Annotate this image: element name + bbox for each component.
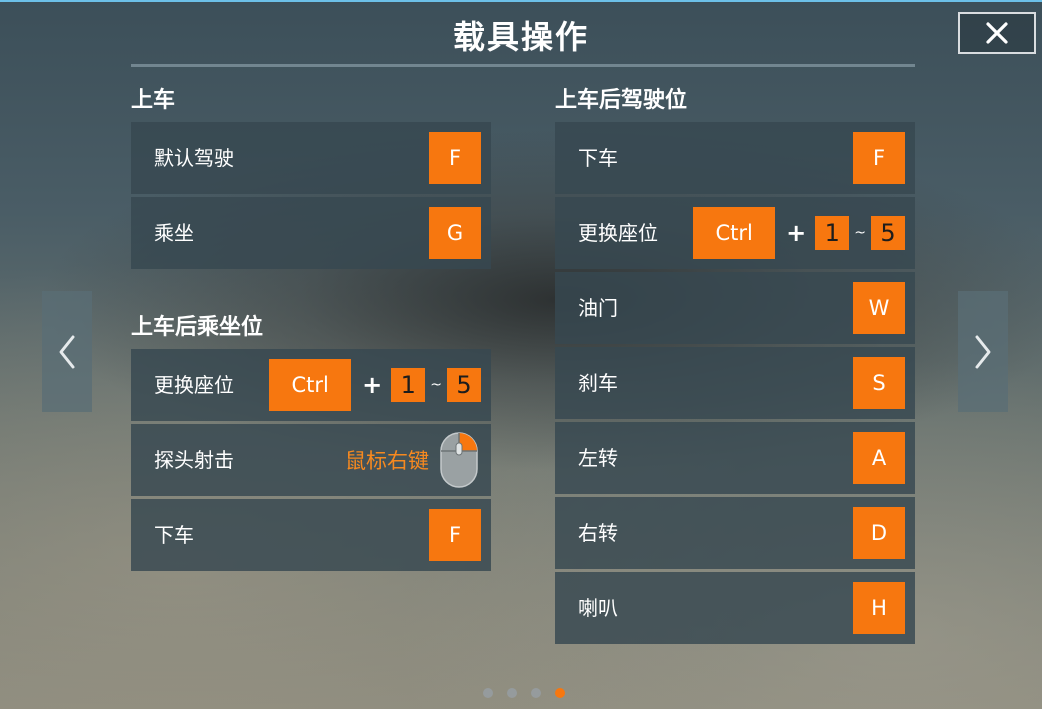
control-label: 刹车 [578, 371, 618, 395]
control-row-exit-driver: 下车 F [555, 122, 915, 194]
chevron-right-icon [975, 335, 991, 368]
keybind-button[interactable]: A [853, 432, 905, 484]
right-column: 上车后驾驶位 下车 F 更换座位 Ctrl + 1 ~ 5 油门 W 刹车 S … [555, 86, 915, 647]
page-dot-active[interactable] [555, 688, 565, 698]
keybind-button[interactable]: S [853, 357, 905, 409]
keybind-button[interactable]: F [853, 132, 905, 184]
control-label: 下车 [578, 146, 618, 170]
keybind-button[interactable]: F [429, 509, 481, 561]
control-label: 喇叭 [578, 596, 618, 620]
page-dot[interactable] [483, 688, 493, 698]
chevron-left-icon [59, 335, 75, 368]
control-row-turn-right: 右转 D [555, 497, 915, 569]
keybind-button[interactable]: D [853, 507, 905, 559]
section-title-board: 上车 [131, 88, 176, 113]
control-row-switch-seat-driver: 更换座位 Ctrl + 1 ~ 5 [555, 197, 915, 269]
keybind-number-to[interactable]: 5 [871, 216, 905, 250]
section-title-passenger: 上车后乘坐位 [131, 315, 264, 340]
keybind-button[interactable]: H [853, 582, 905, 634]
keybind-ctrl-button[interactable]: Ctrl [693, 207, 776, 259]
section-title-driver: 上车后驾驶位 [555, 88, 688, 113]
control-label: 油门 [578, 296, 618, 320]
keybind-button[interactable]: F [429, 132, 481, 184]
page-dot[interactable] [531, 688, 541, 698]
vehicle-controls-screen: 载具操作 上车 默认驾驶 F 乘坐 G 上车后乘坐位 更换座位 Ctrl + 1… [0, 0, 1042, 709]
title-divider [131, 64, 915, 67]
keybind-button[interactable]: G [429, 207, 481, 259]
control-label: 下车 [154, 523, 194, 547]
control-label: 默认驾驶 [154, 146, 234, 170]
range-tilde: ~ [430, 377, 442, 393]
keybind-ctrl-button[interactable]: Ctrl [269, 359, 352, 411]
control-label: 左转 [578, 446, 618, 470]
plus-sign: + [362, 371, 383, 399]
control-label: 右转 [578, 521, 618, 545]
page-dot[interactable] [507, 688, 517, 698]
control-row-peek-shoot: 探头射击 鼠标右键 [131, 424, 491, 496]
next-page-button[interactable] [958, 291, 1008, 412]
range-tilde: ~ [854, 225, 866, 241]
control-label: 探头射击 [154, 448, 234, 472]
control-row-brake: 刹车 S [555, 347, 915, 419]
mouse-binding-text[interactable]: 鼠标右键 [345, 445, 429, 475]
keybind-number-to[interactable]: 5 [447, 368, 481, 402]
keybind-button[interactable]: W [853, 282, 905, 334]
previous-page-button[interactable] [42, 291, 92, 412]
control-label: 更换座位 [154, 373, 234, 397]
control-row-horn: 喇叭 H [555, 572, 915, 644]
plus-sign: + [786, 219, 807, 247]
top-accent-line [0, 0, 1042, 2]
control-row-throttle: 油门 W [555, 272, 915, 344]
close-icon [986, 22, 1008, 44]
control-row-default-drive: 默认驾驶 F [131, 122, 491, 194]
control-row-ride: 乘坐 G [131, 197, 491, 269]
control-row-exit-passenger: 下车 F [131, 499, 491, 571]
mouse-right-click-icon [440, 432, 478, 488]
left-column: 上车 默认驾驶 F 乘坐 G 上车后乘坐位 更换座位 Ctrl + 1 ~ 5 [131, 86, 491, 574]
control-label: 乘坐 [154, 221, 194, 245]
control-label: 更换座位 [578, 221, 658, 245]
page-indicator [483, 688, 565, 698]
close-button[interactable] [958, 12, 1036, 54]
keybind-number-from[interactable]: 1 [391, 368, 426, 402]
keybind-number-from[interactable]: 1 [815, 216, 850, 250]
page-title: 载具操作 [452, 18, 589, 56]
control-row-switch-seat: 更换座位 Ctrl + 1 ~ 5 [131, 349, 491, 421]
control-row-turn-left: 左转 A [555, 422, 915, 494]
